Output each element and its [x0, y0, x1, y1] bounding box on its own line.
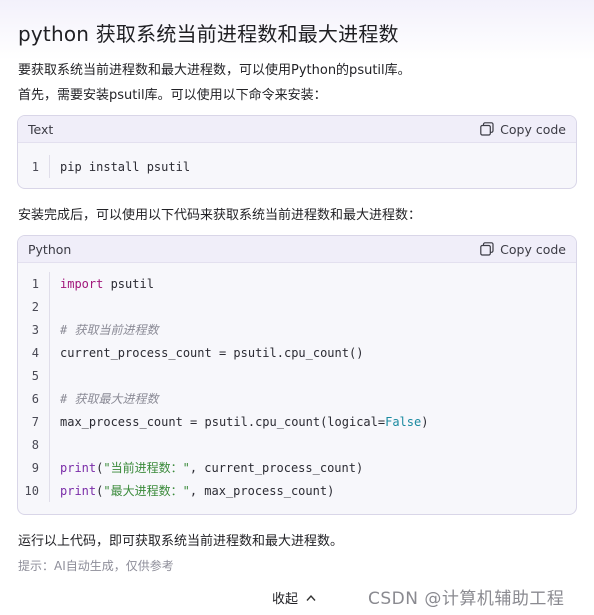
answer-card: python 获取系统当前进程数和最大进程数 要获取系统当前进程数和最大进程数，…: [0, 0, 594, 615]
code-text-rest: , max_process_count): [189, 484, 335, 498]
code-text: max_process_count = psutil.cpu_count(log…: [50, 415, 428, 429]
code-body: 1 pip install psutil: [18, 143, 576, 186]
code-language-label: Python: [28, 241, 72, 257]
copy-icon: [480, 242, 494, 256]
line-number: 1: [18, 272, 50, 295]
line-number: 2: [18, 295, 50, 318]
code-text: print("当前进程数：", current_process_count): [50, 459, 363, 476]
collapse-button[interactable]: 收起: [272, 588, 316, 607]
middle-text: 安装完成后，可以使用以下代码来获取系统当前进程数和最大进程数：: [18, 208, 422, 223]
code-string: "当前进程数：": [103, 461, 190, 475]
code-text-post: ): [421, 414, 429, 429]
code-block-header: Text Copy code: [18, 116, 576, 143]
code-line: 7 max_process_count = psutil.cpu_count(l…: [18, 410, 576, 433]
code-line: 8: [18, 433, 576, 456]
copy-code-button[interactable]: Copy code: [480, 122, 566, 137]
line-number: 9: [18, 456, 50, 479]
code-line: 5: [18, 364, 576, 387]
code-line: 1 pip install psutil: [18, 155, 576, 178]
ai-hint: 提示：AI自动生成，仅供参考: [18, 559, 174, 573]
line-number: 4: [18, 341, 50, 364]
code-line: 10 print("最大进程数：", max_process_count): [18, 479, 576, 502]
code-line: 2: [18, 295, 576, 318]
code-language-label: Text: [28, 121, 54, 137]
builtin-function: print: [60, 484, 97, 498]
code-constant: False: [385, 414, 422, 429]
code-text-pre: max_process_count = psutil.cpu_count(log…: [60, 414, 386, 429]
keyword: import: [60, 276, 104, 291]
code-comment: # 获取当前进程数: [60, 323, 159, 337]
code-text: import psutil: [50, 277, 154, 291]
code-text-rest: psutil: [103, 276, 154, 291]
copy-code-label: Copy code: [500, 241, 566, 257]
line-number: 8: [18, 433, 50, 456]
copy-code-label: Copy code: [500, 121, 566, 137]
copy-icon: [480, 122, 494, 136]
intro-line-1: 要获取系统当前进程数和最大进程数，可以使用Python的psutil库。: [18, 63, 411, 78]
chevron-up-icon: [306, 594, 316, 601]
line-number: 6: [18, 387, 50, 410]
intro-line-2: 首先，需要安装psutil库。可以使用以下命令来安装：: [18, 88, 327, 103]
copy-code-button[interactable]: Copy code: [480, 242, 566, 257]
collapse-label: 收起: [272, 592, 299, 607]
builtin-function: print: [60, 461, 97, 475]
line-number: 7: [18, 410, 50, 433]
code-line: 1 import psutil: [18, 272, 576, 295]
code-line: 4 current_process_count = psutil.cpu_cou…: [18, 341, 576, 364]
code-line: 3 # 获取当前进程数: [18, 318, 576, 341]
line-number: 5: [18, 364, 50, 387]
line-number: 3: [18, 318, 50, 341]
code-string: "最大进程数：": [103, 484, 190, 498]
line-number: 1: [18, 155, 50, 178]
code-body: 1 import psutil 2 3 # 获取当前进程数 4 current_…: [18, 263, 576, 510]
code-text-rest: , current_process_count): [189, 461, 364, 475]
code-block-install: Text Copy code 1 pip install psutil: [17, 115, 577, 189]
code-line: 6 # 获取最大进程数: [18, 387, 576, 410]
code-comment: # 获取最大进程数: [60, 392, 159, 406]
outro-text: 运行以上代码，即可获取系统当前进程数和最大进程数。: [18, 534, 344, 549]
code-block-header: Python Copy code: [18, 236, 576, 263]
code-block-python: Python Copy code 1 import psutil 2 3 # 获…: [17, 235, 577, 515]
code-text: current_process_count = psutil.cpu_count…: [60, 345, 364, 360]
code-text: pip install psutil: [60, 159, 191, 174]
line-number: 10: [18, 479, 50, 502]
watermark: CSDN @计算机辅助工程: [368, 589, 565, 609]
code-line: 9 print("当前进程数：", current_process_count): [18, 456, 576, 479]
page-title: python 获取系统当前进程数和最大进程数: [18, 22, 399, 46]
code-text: print("最大进程数：", max_process_count): [50, 482, 334, 499]
